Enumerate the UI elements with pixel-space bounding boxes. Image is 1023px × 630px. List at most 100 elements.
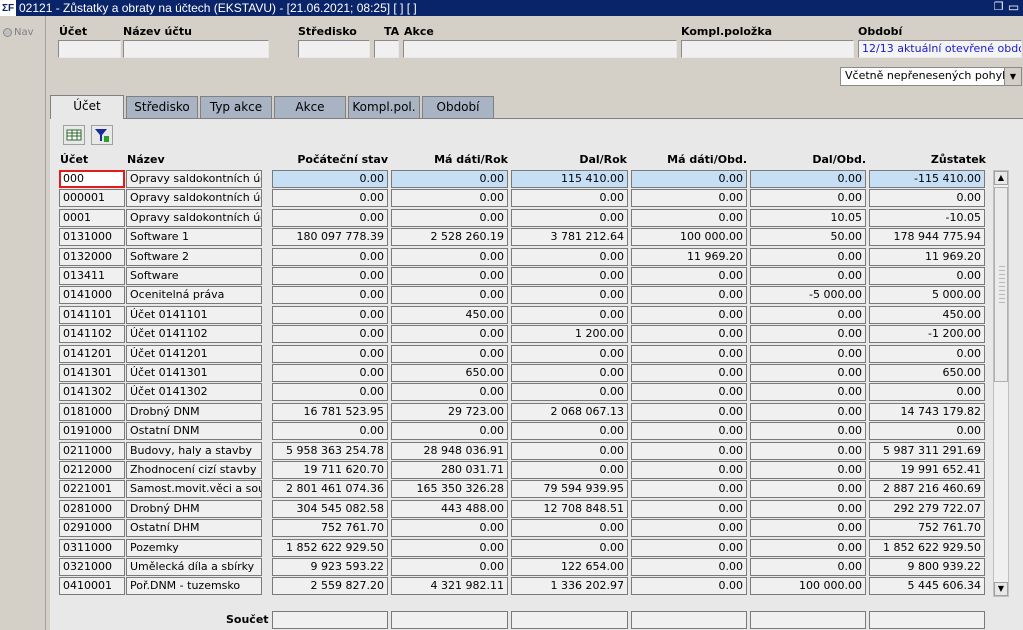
- cell-account[interactable]: 000001: [59, 189, 125, 208]
- cell-credit-period[interactable]: 0.00: [750, 267, 866, 285]
- cell-credit-period[interactable]: 0.00: [750, 383, 866, 402]
- cell-credit-year[interactable]: 0.00: [511, 441, 628, 460]
- cell-account[interactable]: 0132000: [59, 247, 125, 266]
- cell-balance[interactable]: 178 944 775.94: [869, 228, 985, 247]
- cell-account[interactable]: 0311000: [59, 538, 125, 557]
- cell-credit-year[interactable]: 0.00: [511, 189, 628, 208]
- cell-credit-year[interactable]: 0.00: [511, 267, 628, 285]
- cell-name[interactable]: Drobný DNM: [126, 402, 262, 421]
- cell-name[interactable]: Software 2: [126, 247, 262, 266]
- cell-debit-year[interactable]: 0.00: [391, 267, 508, 285]
- cell-debit-period[interactable]: 0.00: [631, 441, 747, 460]
- cell-debit-year[interactable]: 165 350 326.28: [391, 480, 508, 499]
- cell-debit-period[interactable]: 0.00: [631, 402, 747, 421]
- cell-name[interactable]: Umělecká díla a sbírky: [126, 558, 262, 576]
- tab-obdobi[interactable]: Období: [422, 96, 494, 118]
- cell-debit-period[interactable]: 0.00: [631, 499, 747, 518]
- cell-debit-year[interactable]: 0.00: [391, 383, 508, 402]
- cell-debit-year[interactable]: 4 321 982.11: [391, 577, 508, 596]
- cell-account[interactable]: 0211000: [59, 441, 125, 460]
- cell-opening-balance[interactable]: 0.00: [272, 286, 388, 305]
- cell-credit-period[interactable]: 0.00: [750, 189, 866, 208]
- cell-balance[interactable]: 9 800 939.22: [869, 558, 985, 576]
- cell-name[interactable]: Opravy saldokontních účtů: [126, 170, 262, 188]
- tab-typ-akce[interactable]: Typ akce: [200, 96, 272, 118]
- cell-balance[interactable]: 0.00: [869, 267, 985, 285]
- cell-account[interactable]: 013411: [59, 267, 125, 285]
- cell-credit-period[interactable]: 0.00: [750, 325, 866, 344]
- cell-balance[interactable]: 2 887 216 460.69: [869, 480, 985, 499]
- cell-name[interactable]: Ocenitelná práva: [126, 286, 262, 305]
- cell-balance[interactable]: -115 410.00: [869, 170, 985, 188]
- cell-credit-year[interactable]: 122 654.00: [511, 558, 628, 576]
- cell-name[interactable]: Budovy, haly a stavby: [126, 441, 262, 460]
- tab-kompl-pol[interactable]: Kompl.pol.: [348, 96, 420, 118]
- cell-credit-period[interactable]: 0.00: [750, 461, 866, 479]
- complex-item-filter-input[interactable]: [681, 40, 854, 58]
- cell-opening-balance[interactable]: 752 761.70: [272, 519, 388, 538]
- cell-name[interactable]: Zhodnocení cizí stavby: [126, 461, 262, 479]
- column-header-name[interactable]: Název: [127, 153, 165, 166]
- cell-credit-period[interactable]: 0.00: [750, 422, 866, 441]
- cell-balance[interactable]: 0.00: [869, 189, 985, 208]
- cell-opening-balance[interactable]: 2 559 827.20: [272, 577, 388, 596]
- cell-account[interactable]: 0321000: [59, 558, 125, 576]
- cell-debit-period[interactable]: 0.00: [631, 208, 747, 227]
- cell-account[interactable]: 0191000: [59, 422, 125, 441]
- cell-opening-balance[interactable]: 0.00: [272, 267, 388, 285]
- cell-opening-balance[interactable]: 0.00: [272, 305, 388, 324]
- cell-credit-period[interactable]: 0.00: [750, 402, 866, 421]
- cell-account[interactable]: 0181000: [59, 402, 125, 421]
- cell-debit-period[interactable]: 0.00: [631, 286, 747, 305]
- cell-debit-year[interactable]: 0.00: [391, 189, 508, 208]
- center-filter-input[interactable]: [298, 40, 370, 58]
- scroll-down-icon[interactable]: ▼: [994, 582, 1008, 596]
- cell-account[interactable]: 0141302: [59, 383, 125, 402]
- cell-credit-year[interactable]: 0.00: [511, 247, 628, 266]
- cell-balance[interactable]: -1 200.00: [869, 325, 985, 344]
- cell-account[interactable]: 0291000: [59, 519, 125, 538]
- cell-opening-balance[interactable]: 180 097 778.39: [272, 228, 388, 247]
- cell-balance[interactable]: -10.05: [869, 208, 985, 227]
- cell-credit-year[interactable]: 0.00: [511, 461, 628, 479]
- cell-debit-year[interactable]: 2 528 260.19: [391, 228, 508, 247]
- filter-button[interactable]: [91, 125, 113, 145]
- cell-debit-period[interactable]: 100 000.00: [631, 228, 747, 247]
- cell-debit-year[interactable]: 28 948 036.91: [391, 441, 508, 460]
- cell-opening-balance[interactable]: 16 781 523.95: [272, 402, 388, 421]
- cell-balance[interactable]: 19 991 652.41: [869, 461, 985, 479]
- cell-debit-period[interactable]: 0.00: [631, 383, 747, 402]
- cell-debit-period[interactable]: 0.00: [631, 461, 747, 479]
- cell-account[interactable]: 0141101: [59, 305, 125, 324]
- cell-balance[interactable]: 1 852 622 929.50: [869, 538, 985, 557]
- cell-credit-year[interactable]: 115 410.00: [511, 170, 628, 188]
- cell-debit-year[interactable]: 0.00: [391, 422, 508, 441]
- cell-balance[interactable]: 5 445 606.34: [869, 577, 985, 596]
- cell-debit-period[interactable]: 0.00: [631, 364, 747, 382]
- cell-credit-year[interactable]: 79 594 939.95: [511, 480, 628, 499]
- table-scrollbar[interactable]: ▲ ▼: [993, 170, 1009, 597]
- cell-credit-year[interactable]: 0.00: [511, 538, 628, 557]
- cell-name[interactable]: Účet 0141201: [126, 344, 262, 363]
- cell-credit-period[interactable]: 0.00: [750, 305, 866, 324]
- cell-credit-year[interactable]: 0.00: [511, 422, 628, 441]
- cell-opening-balance[interactable]: 2 801 461 074.36: [272, 480, 388, 499]
- cell-credit-period[interactable]: 0.00: [750, 558, 866, 576]
- cell-debit-period[interactable]: 11 969.20: [631, 247, 747, 266]
- cell-credit-period[interactable]: 0.00: [750, 519, 866, 538]
- cell-debit-year[interactable]: 0.00: [391, 247, 508, 266]
- cell-opening-balance[interactable]: 0.00: [272, 383, 388, 402]
- cell-opening-balance[interactable]: 5 958 363 254.78: [272, 441, 388, 460]
- cell-account[interactable]: 0141000: [59, 286, 125, 305]
- cell-account[interactable]: 0410001: [59, 577, 125, 596]
- cell-name[interactable]: Opravy saldokontních účtů: [126, 208, 262, 227]
- cell-opening-balance[interactable]: 1 852 622 929.50: [272, 538, 388, 557]
- cell-debit-period[interactable]: 0.00: [631, 325, 747, 344]
- cell-account[interactable]: 0141201: [59, 344, 125, 363]
- cell-debit-period[interactable]: 0.00: [631, 519, 747, 538]
- cell-debit-year[interactable]: 650.00: [391, 364, 508, 382]
- tab-stredisko[interactable]: Středisko: [126, 96, 198, 118]
- cell-opening-balance[interactable]: 0.00: [272, 344, 388, 363]
- cell-balance[interactable]: 0.00: [869, 344, 985, 363]
- cell-account[interactable]: 0001: [59, 208, 125, 227]
